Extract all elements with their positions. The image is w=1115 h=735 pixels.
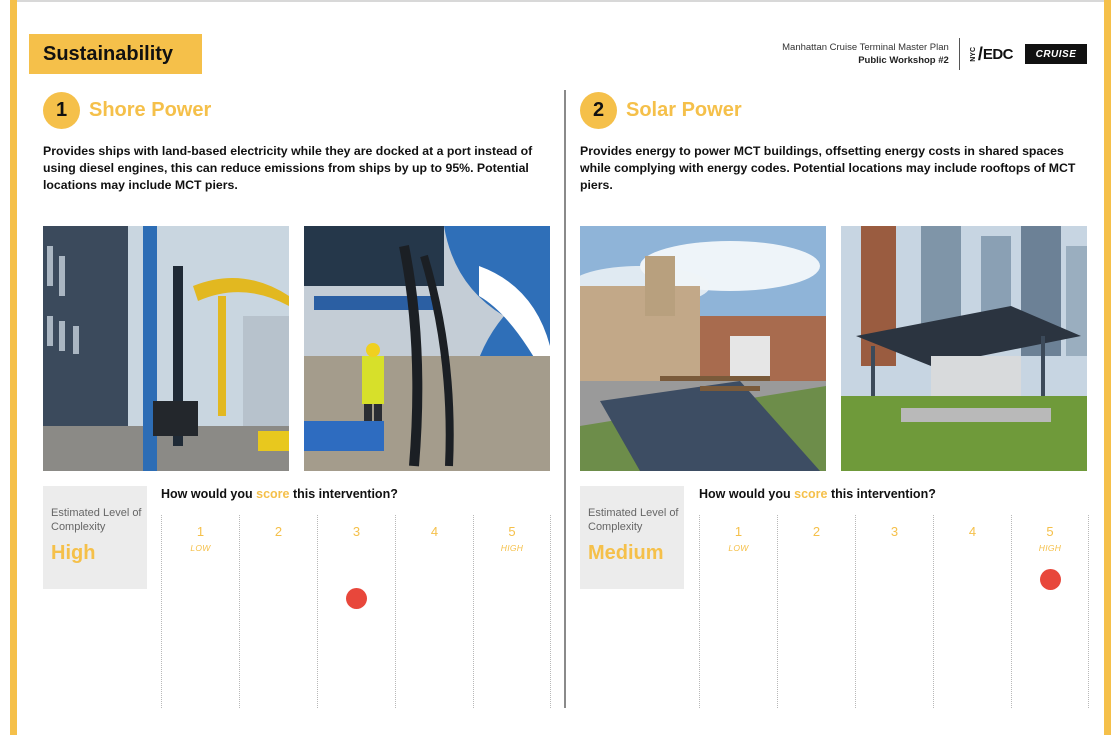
page-right-accent-bar [1104,0,1111,735]
complexity-label: Estimated Level of Complexity [51,507,142,533]
cruise-nyc-logo: CRUISE [1025,44,1087,64]
complexity-box-solar-power: Estimated Level of Complexity Medium [580,486,684,589]
score-tag: HIGH [1038,543,1062,553]
section-description: Provides ships with land-based electrici… [43,144,533,192]
page-title: Sustainability [29,34,202,74]
score-number: 1 [734,524,743,539]
score-option-4[interactable]: 4 [395,515,473,708]
complexity-box-shore-power: Estimated Level of Complexity High [43,486,147,589]
section-header: 2 Solar Power [580,91,1100,129]
vote-dot [1040,569,1061,590]
score-question-highlight: score [256,487,290,501]
header-workshop: Public Workshop #2 [858,55,949,66]
score-number: 2 [274,524,283,539]
score-option-3[interactable]: 3 [855,515,933,708]
score-question-highlight: score [794,487,828,501]
section-shore-power: 1 Shore Power Provides ships with land-b… [43,91,563,194]
section-solar-power: 2 Solar Power Provides energy to power M… [580,91,1100,194]
complexity-value: Medium [588,542,664,564]
nyc-edc-logo: NYC / EDC [969,45,1014,63]
score-question-text-end: this intervention? [827,487,936,501]
solar-canopy-green-roof-photo [841,226,1087,471]
header-branding: Manhattan Cruise Terminal Master Plan Pu… [782,36,1087,72]
cruise-logo-text: CRUISE [1035,48,1077,60]
vote-dot [346,588,367,609]
score-tag: HIGH [500,543,524,553]
score-question-solar-power: How would you score this intervention? [699,487,936,501]
section-header: 1 Shore Power [43,91,563,129]
score-option-2[interactable]: 2 [777,515,855,708]
score-option-1[interactable]: 1 LOW [161,515,239,708]
score-option-2[interactable]: 2 [239,515,317,708]
score-number: 4 [430,524,439,539]
section-description: Provides energy to power MCT buildings, … [580,144,1076,192]
worker-shore-power-connection-photo [304,226,550,471]
section-title: Solar Power [626,98,742,121]
score-question-shore-power: How would you score this intervention? [161,487,398,501]
score-option-5[interactable]: 5 HIGH [473,515,551,708]
score-tag: LOW [728,543,749,553]
score-number: 5 [1046,524,1054,539]
score-scale-shore-power: 1 LOW 2 3 4 5 HIGH [161,515,551,708]
score-question-text: How would you [161,487,257,501]
score-number: 3 [890,524,899,539]
score-number: 1 [196,524,205,539]
score-option-4[interactable]: 4 [933,515,1011,708]
nyc-logo-text: NYC [969,46,977,62]
cruise-ship-shore-power-crane-photo [43,226,289,471]
complexity-label: Estimated Level of Complexity [588,507,679,533]
complexity-value: High [51,542,96,564]
edc-logo-text: EDC [982,45,1014,63]
score-number: 4 [968,524,977,539]
header-divider [958,38,960,70]
score-question-text: How would you [699,487,795,501]
score-option-5[interactable]: 5 HIGH [1011,515,1089,708]
column-divider [564,90,566,708]
section-number-badge: 1 [43,91,80,129]
header-text: Manhattan Cruise Terminal Master Plan Pu… [782,41,949,67]
rooftop-solar-patio-photo [580,226,826,471]
section-title: Shore Power [89,98,212,121]
score-number: 2 [812,524,821,539]
page-left-accent-bar [10,0,17,735]
score-option-1[interactable]: 1 LOW [699,515,777,708]
header-plan-name: Manhattan Cruise Terminal Master Plan [782,42,949,53]
score-number: 3 [352,524,361,539]
page-top-border [10,0,1111,2]
score-number: 5 [508,524,516,539]
score-option-3[interactable]: 3 [317,515,395,708]
score-question-text-end: this intervention? [289,487,398,501]
section-number-badge: 2 [580,91,617,129]
score-tag: LOW [190,543,211,553]
score-scale-solar-power: 1 LOW 2 3 4 5 HIGH [699,515,1089,708]
